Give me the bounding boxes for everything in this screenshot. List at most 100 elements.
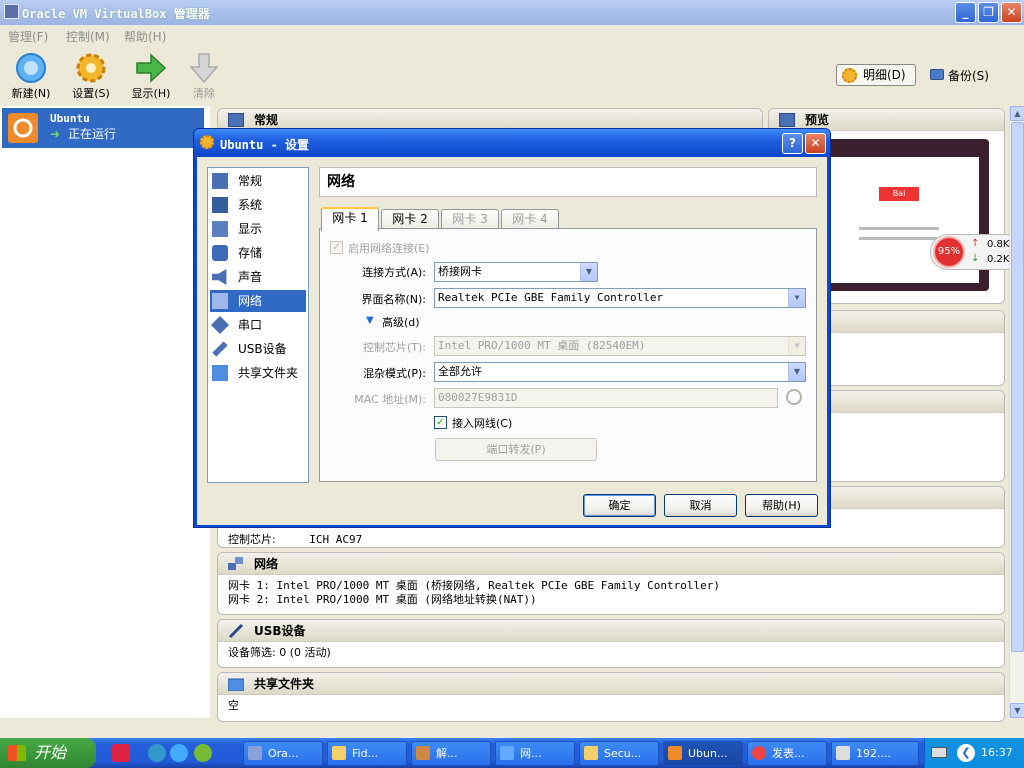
task-ubuntu[interactable]: Ubun... [663, 741, 743, 766]
network-adapter-2-line: 网卡 2: Intel PRO/1000 MT 桌面 (网络地址转换(NAT)) [228, 593, 537, 606]
minimize-button[interactable]: _ [955, 2, 976, 23]
menu-help[interactable]: 帮助(H) [124, 28, 166, 45]
enable-adapter-checkbox[interactable]: ✓ [330, 241, 343, 254]
chevron-down-icon: ▼ [788, 363, 805, 381]
vm-name: Ubuntu [50, 112, 90, 125]
close-button[interactable]: ✕ [1001, 2, 1022, 23]
help-button[interactable]: 帮助(H) [745, 494, 818, 517]
app-shortcut-icon[interactable] [112, 744, 130, 762]
details-label: 明细(D) [863, 68, 906, 82]
settings-label: 设置(S) [72, 87, 110, 100]
monitor-icon [212, 173, 228, 189]
network-adapter-1-line: 网卡 1: Intel PRO/1000 MT 桌面 (桥接网络, Realte… [228, 579, 720, 592]
nav-label: 显示 [238, 222, 263, 236]
tab-adapter-4[interactable]: 网卡 4 [501, 209, 559, 229]
tab-adapter-2[interactable]: 网卡 2 [381, 209, 439, 229]
nav-item-serial[interactable]: 串口 [210, 314, 306, 336]
nav-label: 网络 [238, 294, 263, 308]
preview-title: 预览 [805, 113, 830, 127]
network-icon [212, 293, 228, 309]
maximize-button[interactable]: ❐ [978, 2, 999, 23]
promiscuous-mode-select[interactable]: 全部允许 ▼ [434, 362, 806, 382]
dialog-close-button[interactable]: ✕ [805, 133, 826, 154]
nav-item-shared-folders[interactable]: 共享文件夹 [210, 362, 306, 384]
shared-folders-line: 空 [228, 699, 239, 712]
start-button[interactable]: 开始 [0, 738, 96, 768]
chevron-down-icon: ▼ [788, 289, 805, 307]
display-icon [212, 221, 228, 237]
adapter-type-select[interactable]: Intel PRO/1000 MT 桌面 (82540EM) ▼ [434, 336, 806, 356]
scroll-up-button[interactable]: ▲ [1010, 106, 1024, 121]
browser-icon[interactable] [148, 744, 166, 762]
menu-manage[interactable]: 管理(F) [8, 28, 48, 45]
nav-item-network[interactable]: 网络 [210, 290, 306, 312]
nav-item-audio[interactable]: 声音 [210, 266, 306, 288]
task-label: Fid... [352, 747, 379, 760]
task-label: Secu... [604, 747, 642, 760]
task-secure[interactable]: Secu... [579, 741, 659, 766]
general-title: 常规 [254, 113, 279, 127]
windows-logo-icon [8, 745, 26, 761]
camera-icon [930, 69, 944, 80]
details-scrollbar[interactable]: ▲ ▼ [1009, 106, 1024, 718]
monitor-icon [228, 113, 244, 127]
ie-icon[interactable] [170, 744, 188, 762]
quick-launch [108, 742, 228, 764]
task-post[interactable]: 发表... [747, 741, 827, 766]
serial-port-icon [210, 315, 230, 335]
mac-label: MAC 地址(M): [354, 393, 426, 406]
chevron-down-icon: ▼ [580, 263, 597, 281]
usb-icon [212, 341, 228, 357]
task-virtualbox[interactable]: Ora... [243, 741, 323, 766]
task-label: Ora... [268, 747, 299, 760]
task-fiddler[interactable]: Fid... [327, 741, 407, 766]
task-network[interactable]: 网... [495, 741, 575, 766]
mac-address-field[interactable]: 080027E9831D [434, 388, 778, 408]
menu-control[interactable]: 控制(M) [66, 28, 110, 45]
vm-list-item-ubuntu[interactable]: Ubuntu ➜ 正在运行 [2, 108, 204, 148]
task-unzip[interactable]: 解... [411, 741, 491, 766]
folder-icon [332, 746, 346, 760]
dialog-help-button[interactable]: ? [782, 133, 803, 154]
nav-item-general[interactable]: 常规 [210, 170, 306, 192]
folder-icon [212, 365, 228, 381]
nav-item-storage[interactable]: 存储 [210, 242, 306, 264]
ubuntu-os-icon [668, 746, 682, 760]
cable-connected-checkbox[interactable]: ✓ [434, 416, 447, 429]
arrow-down-icon [189, 53, 219, 84]
settings-nav-list: 常规 系统 显示 存储 声音 网络 串口 USB设备 共享文件夹 [207, 167, 309, 483]
window-title: Oracle VM VirtualBox 管理器 [22, 7, 210, 21]
snapshots-button[interactable]: 备份(S) [928, 67, 998, 85]
plus-app-icon[interactable] [194, 744, 212, 762]
advanced-toggle[interactable]: 高级(d) [382, 314, 420, 330]
download-arrow-icon: ↓ [971, 253, 980, 264]
gear-small-icon [842, 68, 857, 83]
nav-label: 声音 [238, 270, 263, 284]
nav-item-system[interactable]: 系统 [210, 194, 306, 216]
task-label: Ubun... [688, 747, 728, 760]
ok-button[interactable]: 确定 [583, 494, 656, 517]
nav-item-display[interactable]: 显示 [210, 218, 306, 240]
system-tray: ❮ 16:37 [924, 738, 1024, 768]
remote-desktop-icon [836, 746, 850, 760]
cancel-button[interactable]: 取消 [664, 494, 737, 517]
port-forwarding-button[interactable]: 端口转发(P) [435, 438, 597, 461]
back-arrow-icon[interactable]: ❮ [957, 744, 975, 762]
tab-adapter-3[interactable]: 网卡 3 [441, 209, 499, 229]
main-title-bar: Oracle VM VirtualBox 管理器 _ ❐ ✕ [0, 0, 1024, 25]
nav-item-usb[interactable]: USB设备 [210, 338, 306, 360]
refresh-mac-icon[interactable] [786, 389, 802, 405]
virtualbox-app-icon [248, 746, 262, 760]
keyboard-icon[interactable] [931, 747, 947, 758]
scroll-down-button[interactable]: ▼ [1010, 703, 1024, 718]
scroll-thumb[interactable] [1011, 122, 1024, 652]
details-button[interactable]: 明细(D) [836, 64, 916, 86]
tab-adapter-1[interactable]: 网卡 1 [321, 207, 379, 231]
expand-triangle-icon[interactable]: ▼ [366, 315, 374, 326]
chip-label: 控制芯片(T): [362, 341, 426, 354]
interface-label: 界面名称(N): [361, 293, 426, 306]
vm-state: 正在运行 [68, 127, 117, 141]
attach-mode-select[interactable]: 桥接网卡 ▼ [434, 262, 598, 282]
task-remote[interactable]: 192.... [831, 741, 919, 766]
interface-name-select[interactable]: Realtek PCIe GBE Family Controller ▼ [434, 288, 806, 308]
